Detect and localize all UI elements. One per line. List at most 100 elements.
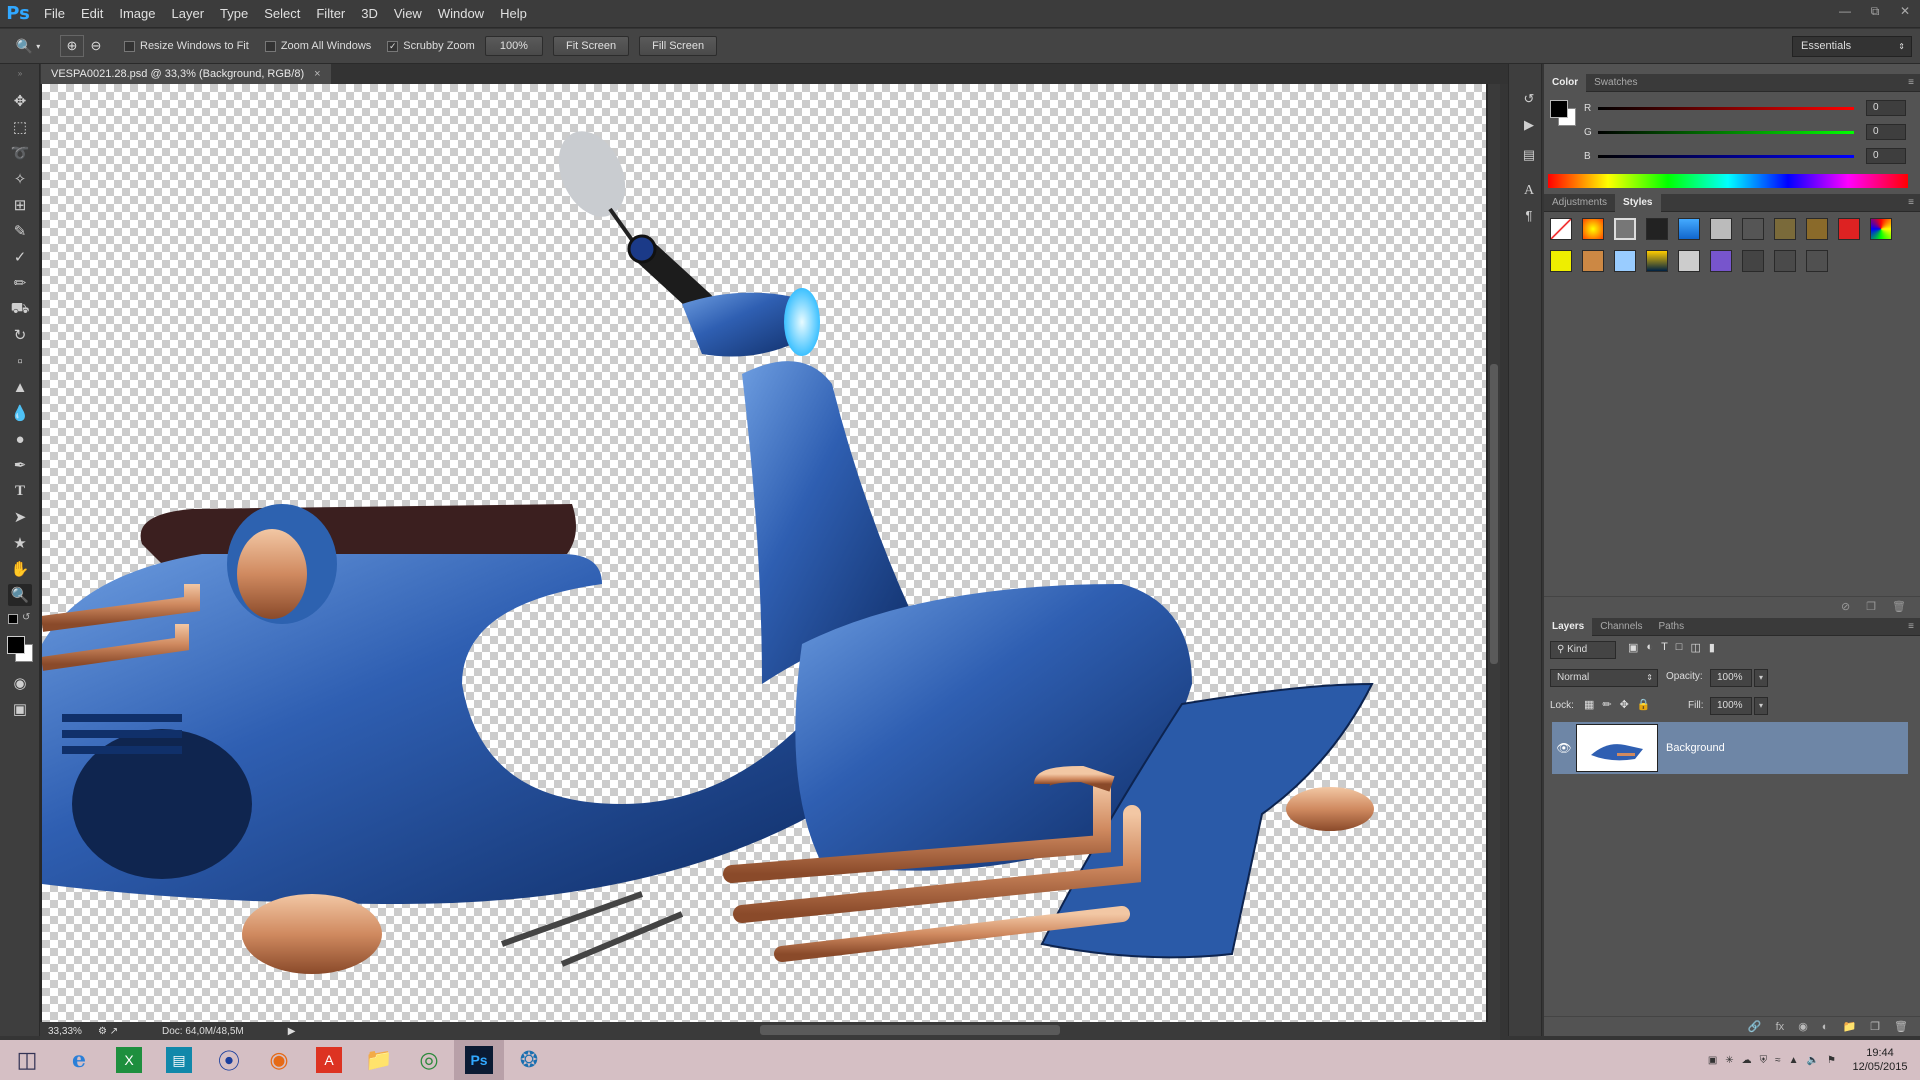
blend-mode-select[interactable]: Normal ⇕ [1550,669,1658,687]
style-swatch[interactable] [1710,218,1732,240]
chevron-down-icon[interactable]: ▾ [1754,697,1768,715]
layer-row-background[interactable]: 👁 Background [1552,722,1908,774]
zoom-tool-preset-icon[interactable]: 🔍 ▾ [10,38,46,55]
zoom-readout[interactable]: 33,33% [48,1026,94,1037]
menu-select[interactable]: Select [256,0,308,28]
marquee-tool-icon[interactable]: ⬚ [8,116,32,138]
style-swatch[interactable] [1870,218,1892,240]
status-menu-icon[interactable]: ▶ [288,1026,296,1037]
menu-3d[interactable]: 3D [353,0,386,28]
acrobat-icon[interactable]: A [304,1040,354,1080]
adjustment-layer-icon[interactable]: ◐ [1822,1021,1829,1033]
pen-tool-icon[interactable]: ✒ [8,454,32,476]
tab-swatches[interactable]: Swatches [1586,74,1645,92]
healing-brush-tool-icon[interactable]: ✓ [8,246,32,268]
restore-icon[interactable]: ⧉ [1860,0,1890,22]
lock-transparent-icon[interactable]: ▦ [1584,698,1594,711]
panel-menu-icon[interactable]: ≡ [1908,621,1914,632]
bluetooth-icon[interactable]: ✳ [1725,1055,1733,1066]
chrome-icon[interactable]: ◎ [404,1040,454,1080]
add-mask-icon[interactable]: ◉ [1798,1020,1808,1033]
clock[interactable]: 19:44 12/05/2015 [1840,1046,1920,1074]
network-icon[interactable]: ≈ [1775,1055,1781,1066]
app-aperture-icon[interactable]: ❂ [504,1040,554,1080]
collapse-icon[interactable]: » [8,68,32,78]
clear-style-icon[interactable]: ⊘ [1841,600,1850,613]
minimize-icon[interactable]: — [1830,0,1860,22]
menu-type[interactable]: Type [212,0,256,28]
fit-screen-button[interactable]: Fit Screen [552,36,630,56]
green-track[interactable] [1598,130,1854,134]
photoshop-taskbar-icon[interactable]: Ps [454,1040,504,1080]
style-swatch[interactable] [1646,250,1668,272]
lasso-tool-icon[interactable]: ➰ [8,142,32,164]
style-swatch[interactable] [1678,218,1700,240]
layer-kind-filter[interactable]: ⚲ Kind [1550,641,1616,659]
menu-help[interactable]: Help [492,0,535,28]
screen-mode-icon[interactable]: ▣ [8,698,32,720]
close-tab-icon[interactable]: × [314,64,320,84]
menu-layer[interactable]: Layer [164,0,213,28]
zoom-in-icon[interactable]: ⊕ [60,35,84,57]
delete-layer-icon[interactable]: 🗑 [1894,1020,1908,1033]
menu-window[interactable]: Window [430,0,492,28]
internet-explorer-icon[interactable]: e [54,1040,104,1080]
new-style-icon[interactable]: ❐ [1866,600,1876,613]
document-tab[interactable]: VESPA0021.28.psd @ 33,3% (Background, RG… [41,64,331,84]
zoom-tool-icon[interactable]: 🔍 [8,584,32,606]
vertical-scrollbar[interactable] [1488,84,1500,1022]
chevron-down-icon[interactable]: ▾ [1754,669,1768,687]
quick-mask-icon[interactable]: ◉ [8,672,32,694]
tab-adjustments[interactable]: Adjustments [1544,194,1615,212]
type-tool-icon[interactable]: T [8,480,32,502]
lock-all-icon[interactable]: 🔒 [1637,698,1651,711]
new-group-icon[interactable]: 📁 [1842,1020,1856,1033]
shape-tool-icon[interactable]: ★ [8,532,32,554]
tab-color[interactable]: Color [1544,73,1587,92]
style-swatch[interactable] [1582,250,1604,272]
style-swatch[interactable] [1806,250,1828,272]
style-swatch[interactable] [1710,250,1732,272]
style-swatch[interactable] [1774,218,1796,240]
menu-file[interactable]: File [36,0,73,28]
hand-tool-icon[interactable]: ✋ [8,558,32,580]
actions-play-icon[interactable]: ▶ [1517,114,1541,136]
tab-paths[interactable]: Paths [1651,618,1693,636]
shape-filter-icon[interactable]: □ [1676,641,1683,654]
document-canvas[interactable] [40,84,1486,1022]
red-slider[interactable]: R 0 [1584,98,1914,118]
blur-tool-icon[interactable]: 💧 [8,402,32,424]
clone-stamp-tool-icon[interactable]: ⛟ [8,298,32,320]
workspace-select[interactable]: Essentials ⇕ [1792,36,1912,57]
style-swatch[interactable] [1774,250,1796,272]
horizontal-scroll-thumb[interactable] [760,1025,1060,1035]
firefox-icon[interactable]: ◉ [254,1040,304,1080]
resize-windows-checkbox[interactable]: Resize Windows to Fit [124,40,249,52]
export-icon[interactable]: ⚙ ↗ [98,1026,128,1037]
eyedropper-tool-icon[interactable]: ✎ [8,220,32,242]
menu-view[interactable]: View [386,0,430,28]
opacity-field[interactable]: 100% [1710,669,1752,687]
pixel-filter-icon[interactable]: ▣ [1628,641,1638,654]
color-spectrum-bar[interactable] [1548,174,1908,188]
magic-wand-tool-icon[interactable]: ✧ [8,168,32,190]
red-track[interactable] [1598,106,1854,110]
layer-name[interactable]: Background [1666,742,1725,754]
green-slider[interactable]: G 0 [1584,122,1914,142]
start-icon[interactable]: ◫ [0,1040,54,1080]
file-explorer-icon[interactable]: 📁 [354,1040,404,1080]
fill-screen-button[interactable]: Fill Screen [639,36,718,56]
link-layers-icon[interactable]: 🔗 [1748,1020,1762,1033]
scrubby-zoom-checkbox[interactable]: ✓ Scrubby Zoom [387,40,475,52]
style-swatch-selected[interactable] [1614,218,1636,240]
style-swatch-none[interactable] [1550,218,1572,240]
style-swatch[interactable] [1678,250,1700,272]
path-selection-tool-icon[interactable]: ➤ [8,506,32,528]
lock-image-icon[interactable]: ✏ [1602,698,1611,711]
tab-styles[interactable]: Styles [1615,193,1661,212]
move-tool-icon[interactable]: ✥ [8,90,32,112]
swap-colors-icon[interactable]: ↺ [22,612,30,623]
app-compass-icon[interactable]: ⦿ [204,1040,254,1080]
crop-tool-icon[interactable]: ⊞ [8,194,32,216]
blue-track[interactable] [1598,154,1854,158]
